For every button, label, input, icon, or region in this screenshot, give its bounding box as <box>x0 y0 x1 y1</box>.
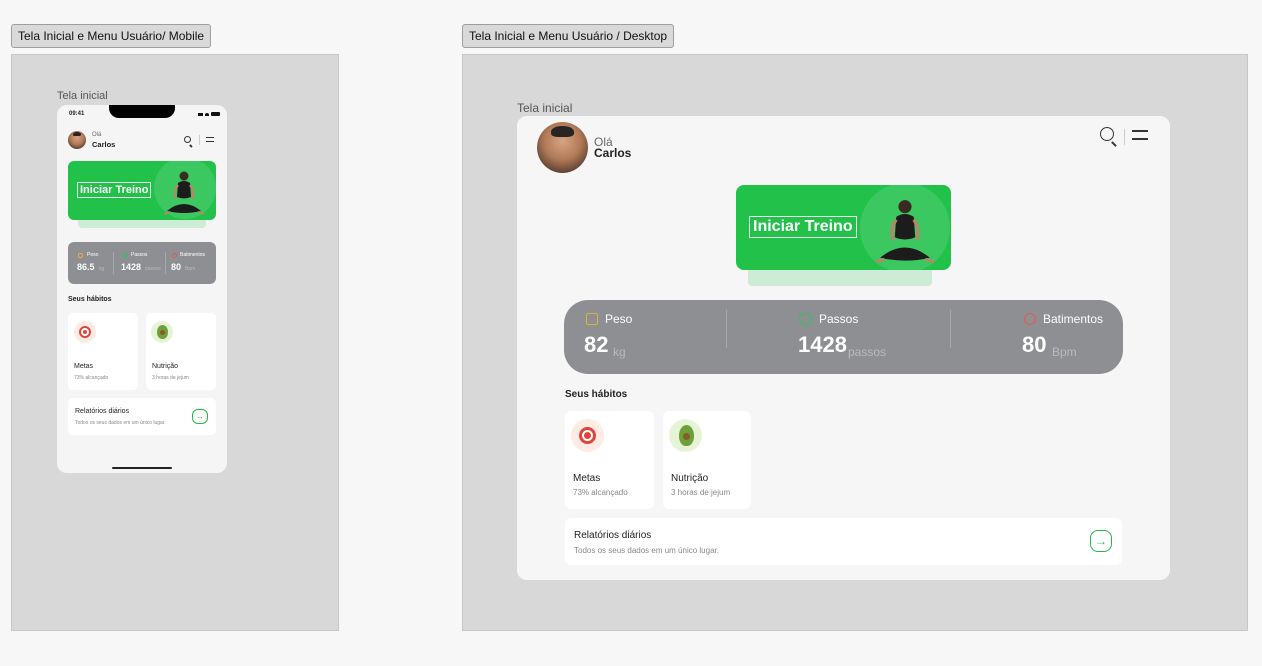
habit-title-nutrition: Nutrição <box>152 363 179 370</box>
header-divider <box>199 135 200 145</box>
stat-label-heart: Batimentos <box>180 252 206 258</box>
menu-icon[interactable] <box>1132 130 1148 140</box>
stat-unit-heart: Bpm <box>185 266 196 272</box>
daily-reports-card[interactable]: Relatórios diários Todos os seus dados e… <box>68 398 216 435</box>
mobile-frame-label[interactable]: Tela Inicial e Menu Usuário/ Mobile <box>11 24 212 48</box>
signal-icon <box>198 112 203 116</box>
stat-value-steps: 1428 <box>121 262 142 272</box>
menu-icon[interactable] <box>206 137 214 143</box>
start-workout-title: Iniciar Treino <box>749 216 857 238</box>
weight-icon <box>586 313 598 325</box>
stat-label-heart: Batimentos <box>1043 312 1104 326</box>
desktop-frame-label[interactable]: Tela Inicial e Menu Usuário / Desktop <box>462 24 675 48</box>
habit-title-goals: Metas <box>573 473 601 484</box>
target-icon <box>571 419 604 452</box>
target-icon <box>74 321 96 343</box>
habit-title-nutrition: Nutrição <box>671 473 709 484</box>
stat-label-weight: Peso <box>605 312 633 326</box>
stat-value-weight: 82 <box>584 332 609 357</box>
health-stats-card: Peso 82 kg Passos 1428 passos Batimentos… <box>564 300 1123 374</box>
stat-divider <box>950 310 951 348</box>
mobile-screen: 09:41 Olá Carlos Iniciar Treino Peso 86.… <box>57 105 227 473</box>
status-icons <box>198 112 220 116</box>
start-workout-title: Iniciar Treino <box>77 182 152 198</box>
wifi-icon <box>205 112 209 116</box>
stat-label-weight: Peso <box>87 252 99 258</box>
habits-title: Seus hábitos <box>565 389 628 400</box>
stat-value-heart: 80 <box>1022 332 1047 357</box>
heart-icon <box>1024 313 1036 325</box>
search-handle <box>189 143 194 148</box>
report-title: Relatórios diários <box>75 408 130 415</box>
arrow-right-icon[interactable]: → <box>192 409 208 424</box>
report-subtitle: Todos os seus dados em um único lugar. <box>75 420 166 426</box>
search-icon[interactable] <box>184 136 194 148</box>
stat-unit-heart: Bpm <box>1052 345 1077 359</box>
stat-divider <box>726 310 727 348</box>
yoga-woman-image <box>163 171 205 215</box>
status-time: 09:41 <box>69 111 85 117</box>
battery-icon <box>211 112 220 116</box>
health-stats-card: Peso 86.5 kg Passos 1428 passos Batiment… <box>68 242 216 284</box>
avatar[interactable] <box>537 122 588 173</box>
search-icon[interactable] <box>1100 127 1117 148</box>
habit-card-nutrition[interactable]: Nutrição 3 horas de jejum <box>663 411 751 509</box>
start-workout-card[interactable]: Iniciar Treino <box>68 161 216 220</box>
report-title: Relatórios diários <box>574 530 652 541</box>
stat-unit-weight: kg <box>99 266 105 272</box>
habit-subtitle-goals: 73% alcançado <box>573 488 628 497</box>
search-handle <box>1110 141 1117 148</box>
start-workout-card[interactable]: Iniciar Treino <box>736 185 951 270</box>
phone-notch <box>109 105 175 118</box>
home-indicator <box>112 467 172 469</box>
daily-reports-card[interactable]: Relatórios diários Todos os seus dados e… <box>565 518 1122 565</box>
steps-icon <box>123 253 128 258</box>
stat-label-steps: Passos <box>819 312 859 326</box>
stat-label-steps: Passos <box>131 252 148 258</box>
stat-divider <box>165 252 166 274</box>
habit-subtitle-nutrition: 3 horas de jejum <box>152 375 189 381</box>
avocado-icon <box>669 419 702 452</box>
heart-icon <box>172 253 177 258</box>
report-subtitle: Todos os seus dados em um único lugar. <box>574 546 719 555</box>
weight-icon <box>78 253 83 258</box>
stat-unit-weight: kg <box>613 345 626 359</box>
arrow-right-icon[interactable]: → <box>1090 530 1112 552</box>
habit-card-nutrition[interactable]: Nutrição 3 horas de jejum <box>146 313 216 390</box>
stat-unit-steps: passos <box>145 266 161 272</box>
user-name: Carlos <box>594 146 632 160</box>
mobile-screen-label: Tela inicial <box>57 90 108 102</box>
stat-divider <box>113 252 114 274</box>
header-divider <box>1124 129 1125 145</box>
stat-value-steps: 1428 <box>798 332 847 357</box>
stat-value-heart: 80 <box>171 262 182 272</box>
habit-title-goals: Metas <box>74 363 94 370</box>
habit-subtitle-goals: 73% alcançado <box>74 375 109 381</box>
hero-card-shadow <box>748 268 932 286</box>
habit-card-goals[interactable]: Metas 73% alcançado <box>565 411 654 509</box>
habit-card-goals[interactable]: Metas 73% alcançado <box>68 313 138 390</box>
yoga-woman-image <box>875 200 935 264</box>
desktop-screen-label: Tela inicial <box>517 101 573 115</box>
stat-value-weight: 86.5 <box>77 262 95 272</box>
habit-subtitle-nutrition: 3 horas de jejum <box>671 488 731 497</box>
habits-title: Seus hábitos <box>68 296 112 303</box>
greeting: Olá <box>92 132 102 138</box>
user-name: Carlos <box>92 140 116 149</box>
steps-icon <box>799 313 812 325</box>
stat-unit-steps: passos <box>848 345 887 359</box>
desktop-screen: Olá Carlos Iniciar Treino Peso 82 kg Pas… <box>517 116 1170 580</box>
avatar[interactable] <box>68 131 86 149</box>
avocado-icon <box>151 321 173 343</box>
